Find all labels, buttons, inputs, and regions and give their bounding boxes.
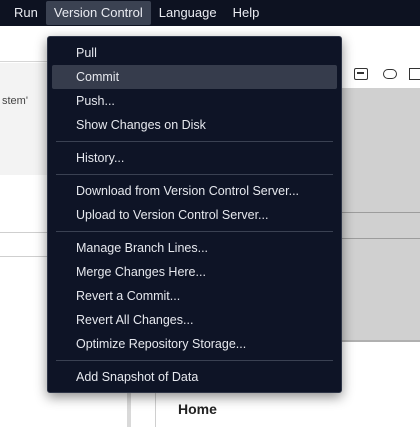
canvas-guide-line	[340, 238, 420, 239]
menu-separator	[56, 360, 333, 361]
version-control-dropdown: Pull Commit Push... Show Changes on Disk…	[47, 36, 342, 393]
menu-item-add-snapshot[interactable]: Add Snapshot of Data	[52, 365, 337, 389]
menu-item-optimize[interactable]: Optimize Repository Storage...	[52, 332, 337, 356]
form-icon[interactable]	[354, 68, 368, 80]
menu-item-show-changes[interactable]: Show Changes on Disk	[52, 113, 337, 137]
splitter[interactable]	[127, 390, 131, 427]
app-window: stem' Home Run Version Control Language …	[0, 0, 420, 427]
menu-item-commit[interactable]: Commit	[52, 65, 337, 89]
left-code-panel	[0, 63, 48, 175]
home-panel-border	[155, 392, 156, 427]
menu-item-push[interactable]: Push...	[52, 89, 337, 113]
divider	[0, 232, 48, 233]
menu-item-pull[interactable]: Pull	[52, 41, 337, 65]
menu-item-revert-all[interactable]: Revert All Changes...	[52, 308, 337, 332]
menu-help[interactable]: Help	[225, 1, 268, 25]
menu-separator	[56, 141, 333, 142]
left-header-strip	[0, 26, 48, 62]
design-canvas	[340, 88, 420, 340]
menu-separator	[56, 174, 333, 175]
home-title: Home	[178, 401, 217, 417]
canvas-bottom-edge	[340, 340, 420, 342]
canvas-guide-line	[340, 212, 420, 213]
menu-item-download[interactable]: Download from Version Control Server...	[52, 179, 337, 203]
menu-run[interactable]: Run	[6, 1, 46, 25]
right-toolbar	[340, 62, 420, 88]
menu-item-history[interactable]: History...	[52, 146, 337, 170]
menu-item-upload[interactable]: Upload to Version Control Server...	[52, 203, 337, 227]
menu-item-manage-branches[interactable]: Manage Branch Lines...	[52, 236, 337, 260]
bracket-icon[interactable]	[409, 68, 420, 80]
oval-shape-icon[interactable]	[383, 69, 397, 79]
divider	[0, 256, 48, 257]
menu-separator	[56, 231, 333, 232]
menu-item-merge[interactable]: Merge Changes Here...	[52, 260, 337, 284]
code-snippet-text: stem'	[2, 95, 28, 107]
menu-language[interactable]: Language	[151, 1, 225, 25]
menu-item-revert-commit[interactable]: Revert a Commit...	[52, 284, 337, 308]
menu-bar: Run Version Control Language Help	[0, 0, 420, 26]
menu-version-control[interactable]: Version Control	[45, 1, 151, 25]
